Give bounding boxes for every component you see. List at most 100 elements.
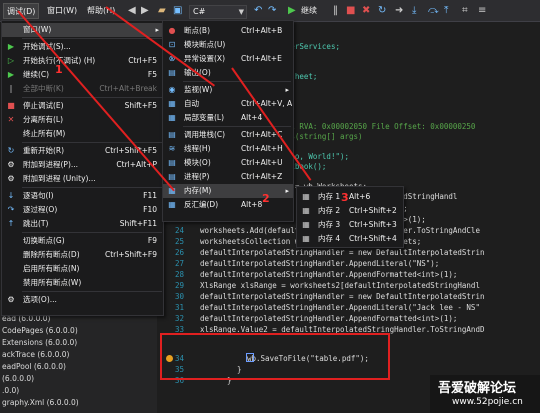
code-line[interactable]: XlsRange xlsRange = worksheets2[defaultI… bbox=[200, 281, 480, 290]
threads-icon[interactable]: ≡ bbox=[478, 5, 486, 17]
menu-item-icon: ▶ bbox=[7, 70, 15, 79]
debug-menu-item[interactable]: ⚙ 选项(O)... bbox=[2, 293, 163, 307]
show-next-icon[interactable]: ➜ bbox=[395, 5, 403, 17]
assembly-item[interactable]: Extensions (6.0.0.0) bbox=[2, 338, 77, 347]
debug-menu-item[interactable]: ▶开始调试(S)... bbox=[2, 40, 163, 54]
window-menu-item[interactable]: ▦ 自动 Ctrl+Alt+V, A bbox=[163, 97, 293, 111]
language-combo[interactable]: C# ▼ bbox=[189, 5, 247, 19]
menu-item-label: 附加到进程(P)... bbox=[23, 160, 79, 169]
menu-item-icon: ▦ bbox=[168, 99, 176, 108]
debug-menu-item[interactable]: ⚙ 附加到进程 (Unity)... bbox=[2, 172, 163, 186]
debug-menu-item[interactable]: ■ 停止调试(E) Shift+F5 bbox=[2, 99, 163, 113]
menu-window[interactable]: 窗口(W) bbox=[44, 3, 80, 19]
restart-icon[interactable]: ↻ bbox=[378, 5, 386, 17]
debug-menu-item[interactable]: 启用所有断点(N) bbox=[2, 262, 163, 276]
step-into-icon[interactable]: ⤓ bbox=[412, 5, 416, 17]
menu-item-shortcut: Ctrl+Alt+Z bbox=[241, 172, 283, 181]
memory-icon: ▦ bbox=[302, 192, 310, 201]
line-number: 31 bbox=[174, 303, 184, 312]
window-menu-item[interactable]: ▤输出(O) bbox=[163, 66, 293, 80]
menu-item-icon: ⚙ bbox=[7, 295, 15, 304]
menu-item-shortcut: Ctrl+F5 bbox=[128, 56, 157, 65]
menu-separator bbox=[22, 187, 162, 188]
step-over-icon[interactable]: ⤼ bbox=[428, 5, 439, 17]
memory-menu-item[interactable]: ▦ 内存 2 Ctrl+Shift+2 bbox=[297, 204, 403, 218]
submenu-arrow-icon: ▸ bbox=[155, 26, 159, 34]
assembly-item[interactable]: (6.0.0.0) bbox=[2, 374, 34, 383]
menu-item-icon: ⚙ bbox=[7, 174, 15, 183]
menu-item-icon: ▤ bbox=[168, 158, 176, 167]
annotation-number-3: 3 bbox=[341, 191, 349, 204]
assembly-item[interactable]: CodePages (6.0.0.0) bbox=[2, 326, 78, 335]
code-line[interactable]: defaultInterpolatedStringHandler.AppendL… bbox=[200, 259, 439, 268]
annotation-highlight-box bbox=[160, 333, 390, 380]
continue-icon[interactable]: ▶ bbox=[288, 5, 296, 17]
menu-item-icon: ✕ bbox=[7, 115, 15, 124]
open-folder-icon[interactable]: ▰ bbox=[158, 5, 166, 17]
window-menu-item[interactable]: ▦ 局部变量(L) Alt+4 bbox=[163, 111, 293, 125]
window-menu-item[interactable]: ⊡ 模块断点(U) bbox=[163, 38, 293, 52]
assembly-item[interactable]: graphy.Xml (6.0.0.0) bbox=[2, 398, 79, 407]
redo-icon[interactable]: ↷ bbox=[268, 5, 276, 17]
code-line[interactable]: defaultInterpolatedStringHandler = new D… bbox=[200, 248, 484, 257]
menu-item-label: 附加到进程 (Unity)... bbox=[23, 174, 96, 183]
assembly-item[interactable]: .0.0) bbox=[2, 386, 19, 395]
line-number: 29 bbox=[174, 281, 184, 290]
line-number: 26 bbox=[174, 248, 184, 257]
debug-menu-item[interactable]: 删除所有断点(D) Ctrl+Shift+F9 bbox=[2, 248, 163, 262]
menu-item-label: 继续(C) bbox=[23, 70, 50, 79]
memory-menu-item[interactable]: ▦ 内存 4 Ctrl+Shift+4 bbox=[297, 232, 403, 246]
line-number: 30 bbox=[174, 292, 184, 301]
memory-menu-item[interactable]: ▦ 内存 3 Ctrl+Shift+3 bbox=[297, 218, 403, 232]
menu-item-icon: ⊡ bbox=[168, 40, 176, 49]
code-line[interactable]: defaultInterpolatedStringHandler.AppendL… bbox=[200, 303, 480, 312]
forward-icon[interactable]: ▶ bbox=[141, 5, 149, 17]
stop-icon[interactable]: ■ bbox=[346, 5, 355, 17]
annotation-number-1: 1 bbox=[55, 63, 63, 76]
window-menu-item[interactable]: ◉ 监视(W) ▸ bbox=[163, 83, 293, 97]
pause-icon[interactable]: ‖ bbox=[333, 5, 338, 17]
assembly-item[interactable]: eadPool (6.0.0.0) bbox=[2, 362, 66, 371]
debug-menu-item[interactable]: ↷ 逐过程(O) F10 bbox=[2, 203, 163, 217]
debug-menu-item[interactable]: ⚙ 附加到进程(P)... Ctrl+Alt+P bbox=[2, 158, 163, 172]
hex-icon[interactable]: ⌗ bbox=[462, 5, 468, 17]
debug-menu-item[interactable]: ↓ 逐语句(I) F11 bbox=[2, 189, 163, 203]
window-menu-item[interactable]: ▦内存(M)▸ bbox=[163, 184, 293, 198]
step-out-icon[interactable]: ⤒ bbox=[444, 5, 448, 17]
menu-item-icon: ⚙ bbox=[7, 160, 15, 169]
menu-item-icon: ▤ bbox=[168, 68, 176, 77]
continue-button[interactable]: 继续 bbox=[298, 3, 320, 19]
window-menu-item[interactable]: ● 断点(B) Ctrl+Alt+B bbox=[163, 24, 293, 38]
debug-menu-item[interactable]: 禁用所有断点(W) bbox=[2, 276, 163, 290]
save-icon[interactable]: ▣ bbox=[173, 5, 182, 17]
menu-item-shortcut: Alt+4 bbox=[241, 113, 263, 122]
menu-item-shortcut: Ctrl+Alt+B bbox=[241, 26, 283, 35]
debug-menu-item[interactable]: ✕ 分离所有(L) bbox=[2, 113, 163, 127]
assembly-item[interactable]: ackTrace (6.0.0.0) bbox=[2, 350, 69, 359]
code-line[interactable]: defaultInterpolatedStringHandler.AppendF… bbox=[200, 270, 457, 279]
close-icon[interactable]: ✖ bbox=[362, 5, 370, 17]
menu-item-icon: ▷ bbox=[7, 56, 15, 65]
window-menu-item[interactable]: ▤ 模块(O) Ctrl+Alt+U bbox=[163, 156, 293, 170]
window-menu-item[interactable]: ▤ 进程(P) Ctrl+Alt+Z bbox=[163, 170, 293, 184]
undo-icon[interactable]: ↶ bbox=[254, 5, 262, 17]
menu-item-icon: ↻ bbox=[7, 146, 15, 155]
code-line[interactable]: defaultInterpolatedStringHandler.AppendF… bbox=[200, 314, 457, 323]
window-menu-item[interactable]: ≋ 线程(H) Ctrl+Alt+H bbox=[163, 142, 293, 156]
debug-menu-item[interactable]: 终止所有(M) bbox=[2, 127, 163, 141]
menu-item-label: 逐过程(O) bbox=[23, 205, 58, 214]
debug-menu-item[interactable]: 切换断点(G) F9 bbox=[2, 234, 163, 248]
debug-menu-item[interactable]: ↑ 跳出(T) Shift+F11 bbox=[2, 217, 163, 231]
window-menu-item[interactable]: ▦ 反汇编(D) Alt+8 bbox=[163, 198, 293, 212]
menu-item-shortcut: F5 bbox=[147, 70, 157, 79]
menu-item-shortcut: F11 bbox=[143, 191, 157, 200]
memory-menu-item[interactable]: ▦ 内存 1 Alt+6 bbox=[297, 190, 403, 204]
menu-item-label: 线程(H) bbox=[184, 144, 211, 153]
back-icon[interactable]: ◀ bbox=[128, 5, 136, 17]
menu-item-label: 反汇编(D) bbox=[184, 200, 219, 209]
watermark-url: www.52pojie.cn bbox=[452, 397, 523, 407]
debug-menu-item[interactable]: ▷开始执行(不调试) (H)Ctrl+F5 bbox=[2, 54, 163, 68]
debug-menu-item[interactable]: ▶ 继续(C) F5 bbox=[2, 68, 163, 82]
code-line[interactable]: defaultInterpolatedStringHandler = new D… bbox=[200, 292, 484, 301]
current-line-icon bbox=[166, 355, 173, 362]
